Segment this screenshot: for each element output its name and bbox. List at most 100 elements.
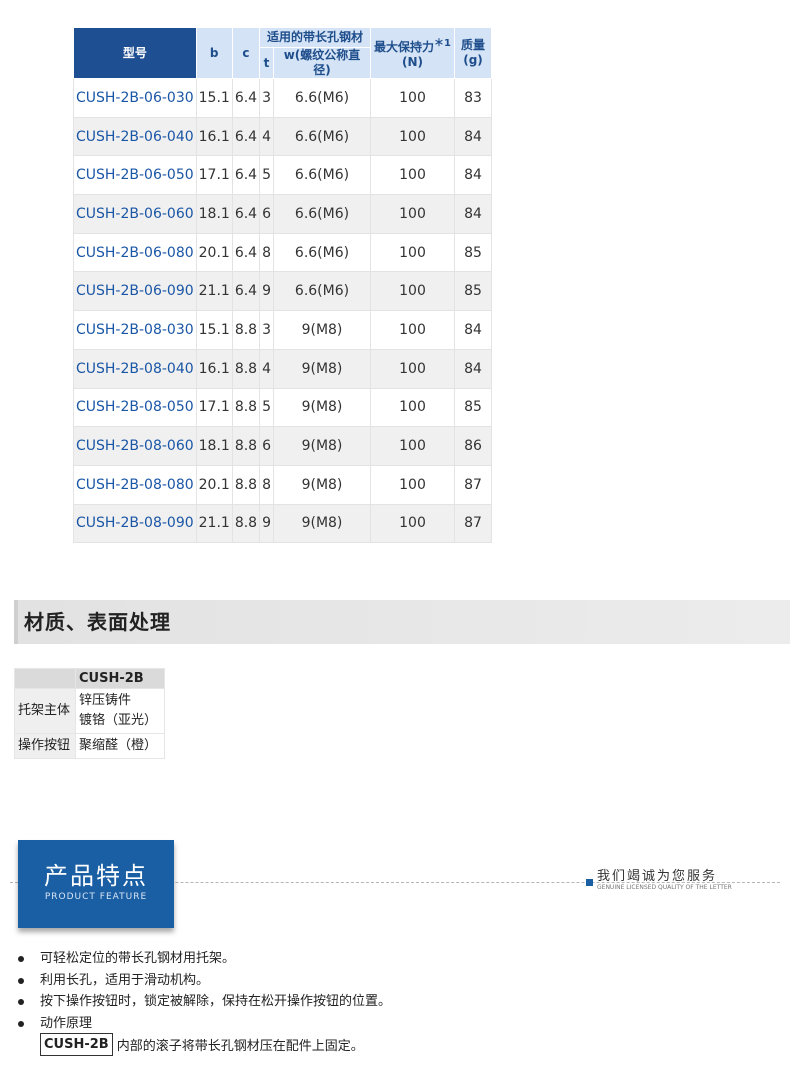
cell-w: 6.6(M6) <box>273 78 371 118</box>
feature-list: 可轻松定位的带长孔钢材用托架。 利用长孔，适用于滑动机构。 按下操作按钮时，锁定… <box>18 948 391 1034</box>
cell-c: 6.4 <box>231 116 261 157</box>
cell-c: 8.8 <box>231 464 261 505</box>
cell-force: 100 <box>370 310 455 350</box>
cell-t: 4 <box>259 116 274 157</box>
cell-b: 16.1 <box>195 348 233 389</box>
cell-b: 21.1 <box>195 503 233 544</box>
material-table: CUSH-2B 托架主体 锌压铸件 镀铬（亚光） 操作按钮 聚缩醛（橙） <box>14 668 165 759</box>
cell-t: 8 <box>259 232 274 273</box>
product-feature-subtitle: PRODUCT FEATURE <box>44 892 148 902</box>
cell-model[interactable]: CUSH-2B-06-040 <box>73 116 197 157</box>
material-row-value: 聚缩醛（橙） <box>75 733 165 759</box>
cell-model[interactable]: CUSH-2B-08-050 <box>73 387 197 428</box>
cell-c: 8.8 <box>231 348 261 389</box>
cell-t: 9 <box>259 271 274 312</box>
cell-model[interactable]: CUSH-2B-06-090 <box>73 271 197 312</box>
product-feature-badge: 产品特点 PRODUCT FEATURE <box>18 840 174 928</box>
header-mass: 质量 (g) <box>454 27 492 79</box>
cell-w: 6.6(M6) <box>273 271 371 312</box>
header-c: c <box>231 27 261 79</box>
cell-t: 6 <box>259 194 274 234</box>
cell-c: 6.4 <box>231 271 261 312</box>
cell-w: 6.6(M6) <box>273 232 371 273</box>
material-section-header: 材质、表面处理 <box>14 600 790 644</box>
material-row-value: 锌压铸件 镀铬（亚光） <box>75 688 165 734</box>
header-force-unit: (N) <box>401 55 423 69</box>
cell-c: 6.4 <box>231 232 261 273</box>
feature-item: 利用长孔，适用于滑动机构。 <box>18 970 391 992</box>
feature-item: 动作原理 <box>18 1013 391 1035</box>
header-force-label: 最大保持力 <box>374 40 435 54</box>
cell-mass: 87 <box>454 464 492 505</box>
header-force-note: ＊1 <box>434 38 451 49</box>
cell-c: 6.4 <box>231 78 261 118</box>
spec-row: CUSH-2B-06-050 17.1 6.4 5 6.6(M6) 100 84 <box>73 155 492 196</box>
cell-c: 8.8 <box>231 426 261 466</box>
bullet-icon <box>18 956 24 962</box>
cell-w: 6.6(M6) <box>273 155 371 196</box>
material-value-line: 锌压铸件 <box>79 693 132 708</box>
cell-mass: 85 <box>454 232 492 273</box>
header-mass-label: 质量 <box>460 38 485 52</box>
cell-model[interactable]: CUSH-2B-06-050 <box>73 155 197 196</box>
cell-model[interactable]: CUSH-2B-08-090 <box>73 503 197 544</box>
header-t: t <box>259 47 274 79</box>
cell-model[interactable]: CUSH-2B-06-030 <box>73 78 197 118</box>
cell-t: 3 <box>259 310 274 350</box>
cell-model[interactable]: CUSH-2B-08-060 <box>73 426 197 466</box>
cell-mass: 85 <box>454 387 492 428</box>
cell-force: 100 <box>370 348 455 389</box>
cell-mass: 85 <box>454 271 492 312</box>
spec-table-container: 型号 b c 适用的带长孔钢材 最大保持力＊1 (N) 质量 (g) t w(螺… <box>73 27 492 544</box>
spec-table-body: CUSH-2B-06-030 15.1 6.4 3 6.6(M6) 100 83 CUSH-2… <box>73 78 492 544</box>
cell-w: 9(M8) <box>273 503 371 544</box>
spec-row: CUSH-2B-08-080 20.1 8.8 8 9(M8) 100 87 <box>73 464 492 505</box>
cell-t: 8 <box>259 464 274 505</box>
material-table-container: CUSH-2B 托架主体 锌压铸件 镀铬（亚光） 操作按钮 聚缩醛（橙） <box>14 668 165 759</box>
spec-row: CUSH-2B-06-030 15.1 6.4 3 6.6(M6) 100 83 <box>73 78 492 118</box>
square-marker-icon <box>586 879 593 886</box>
cell-mass: 87 <box>454 503 492 544</box>
cell-b: 15.1 <box>195 78 233 118</box>
header-model: 型号 <box>73 27 197 79</box>
cell-model[interactable]: CUSH-2B-08-030 <box>73 310 197 350</box>
spec-row: CUSH-2B-08-050 17.1 8.8 5 9(M8) 100 85 <box>73 387 492 428</box>
cell-model[interactable]: CUSH-2B-08-040 <box>73 348 197 389</box>
cell-c: 8.8 <box>231 387 261 428</box>
spec-row: CUSH-2B-06-040 16.1 6.4 4 6.6(M6) 100 84 <box>73 116 492 157</box>
cell-mass: 84 <box>454 348 492 389</box>
cell-c: 8.8 <box>231 310 261 350</box>
cell-t: 6 <box>259 426 274 466</box>
header-max-holding-force: 最大保持力＊1 (N) <box>370 27 455 79</box>
cell-mass: 84 <box>454 194 492 234</box>
feature-text: 利用长孔，适用于滑动机构。 <box>40 972 210 988</box>
feature-item: 按下操作按钮时，锁定被解除，保持在松开操作按钮的位置。 <box>18 991 391 1013</box>
cell-t: 5 <box>259 155 274 196</box>
cell-force: 100 <box>370 116 455 157</box>
cell-force: 100 <box>370 426 455 466</box>
spec-row: CUSH-2B-06-060 18.1 6.4 6 6.6(M6) 100 84 <box>73 194 492 234</box>
header-w: w(螺纹公称直径) <box>273 47 371 79</box>
feature-text: 动作原理 <box>40 1015 93 1031</box>
cell-mass: 84 <box>454 155 492 196</box>
cell-force: 100 <box>370 78 455 118</box>
cell-t: 5 <box>259 387 274 428</box>
cell-c: 8.8 <box>231 503 261 544</box>
cell-b: 21.1 <box>195 271 233 312</box>
spec-row: CUSH-2B-08-040 16.1 8.8 4 9(M8) 100 84 <box>73 348 492 389</box>
header-b: b <box>195 27 233 79</box>
spec-row: CUSH-2B-06-090 21.1 6.4 9 6.6(M6) 100 85 <box>73 271 492 312</box>
material-header-model: CUSH-2B <box>75 668 165 689</box>
cell-model[interactable]: CUSH-2B-06-060 <box>73 194 197 234</box>
material-value-line: 镀铬（亚光） <box>79 713 158 728</box>
spec-row: CUSH-2B-08-030 15.1 8.8 3 9(M8) 100 84 <box>73 310 492 350</box>
bullet-icon <box>18 1020 24 1027</box>
bullet-icon <box>18 999 24 1005</box>
cell-model[interactable]: CUSH-2B-08-080 <box>73 464 197 505</box>
cell-force: 100 <box>370 387 455 428</box>
feature-item: 可轻松定位的带长孔钢材用托架。 <box>18 948 391 970</box>
cell-model[interactable]: CUSH-2B-06-080 <box>73 232 197 273</box>
feature-text: 按下操作按钮时，锁定被解除，保持在松开操作按钮的位置。 <box>40 994 392 1009</box>
header-mass-unit: (g) <box>463 53 483 67</box>
product-feature-title: 产品特点 <box>44 862 148 890</box>
